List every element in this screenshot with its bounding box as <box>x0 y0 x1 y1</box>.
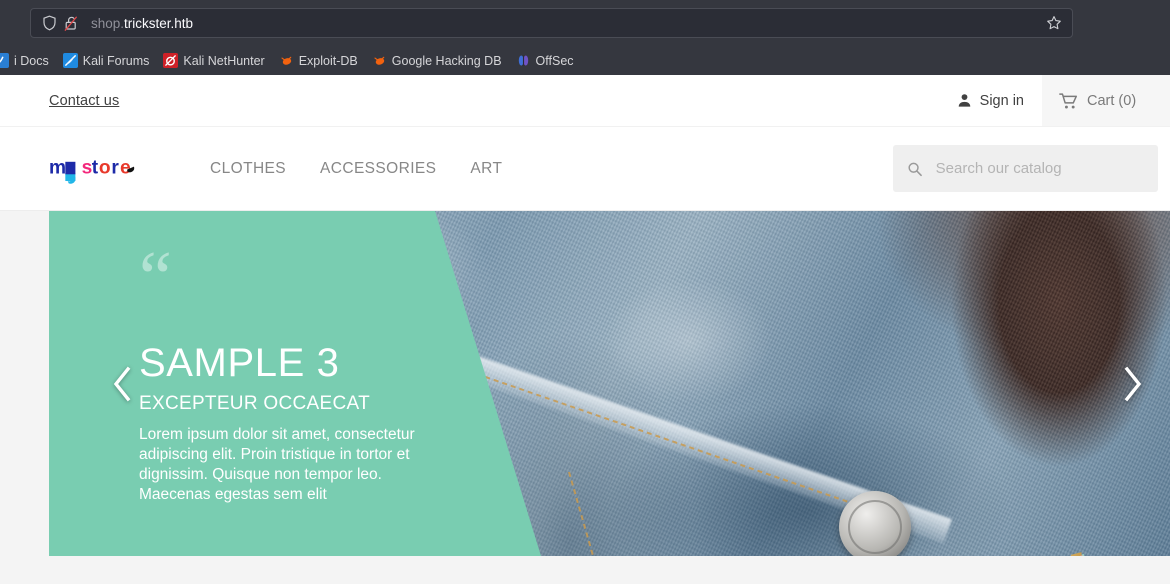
bookmark-label: Kali Forums <box>82 53 150 68</box>
kali-docs-icon <box>0 53 9 68</box>
bookmark-kali-forums[interactable]: Kali Forums <box>56 50 157 71</box>
url-subdomain: shop. <box>91 15 125 31</box>
bookmark-kali-nethunter[interactable]: Kali NetHunter <box>156 50 271 71</box>
chevron-right-icon <box>1124 366 1142 401</box>
bookmark-label: Kali NetHunter <box>183 53 265 68</box>
carousel-subtitle: EXCEPTEUR OCCAECAT <box>139 393 370 414</box>
page-bottom-edge <box>0 556 1170 559</box>
my-store-logo-icon: m u s t o r e <box>49 157 135 184</box>
contact-us-link[interactable]: Contact us <box>49 93 119 109</box>
homepage-carousel[interactable]: “ SAMPLE 3 EXCEPTEUR OCCAECAT Lorem ipsu… <box>49 211 1170 556</box>
bookmark-google-hacking-db[interactable]: Google Hacking DB <box>365 50 509 71</box>
topnav-right: Sign in Cart (0) <box>938 75 1170 126</box>
svg-text:t: t <box>92 157 99 178</box>
main-navigation: CLOTHES ACCESSORIES ART <box>210 160 502 178</box>
sign-in-label: Sign in <box>979 92 1024 109</box>
url-text[interactable]: shop.trickster.htb <box>91 16 1044 31</box>
nav-item-art[interactable]: ART <box>470 160 502 178</box>
jacket-metal-button <box>839 491 911 556</box>
top-navigation-bar: Contact us Sign in Cart (0) <box>0 75 1170 127</box>
address-bar[interactable]: shop.trickster.htb <box>30 8 1073 38</box>
browser-chrome: shop.trickster.htb i Docs Kali Forums Ka… <box>0 0 1170 75</box>
user-icon <box>958 94 970 107</box>
site-header: Contact us Sign in Cart (0) m s t o r e … <box>0 75 1170 211</box>
chevron-left-icon <box>113 366 131 401</box>
svg-text:s: s <box>82 157 93 178</box>
exploit-db-icon <box>281 56 291 65</box>
google-hacking-db-icon <box>374 56 385 65</box>
browser-toolbar: shop.trickster.htb <box>0 0 1170 46</box>
sign-in-button[interactable]: Sign in <box>938 75 1042 126</box>
svg-text:m: m <box>49 157 66 178</box>
shopping-cart-icon <box>1059 92 1078 109</box>
page-body: “ SAMPLE 3 EXCEPTEUR OCCAECAT Lorem ipsu… <box>0 211 1170 559</box>
search-box[interactable] <box>893 145 1158 192</box>
search-icon <box>908 162 922 176</box>
bookmark-label: i Docs <box>14 53 49 68</box>
watermelon-pin-pink <box>1067 546 1143 556</box>
store-logo[interactable]: m u s t o r e <box>0 152 145 186</box>
bookmark-star-icon[interactable] <box>1044 13 1064 33</box>
bookmarks-bar: i Docs Kali Forums Kali NetHunter Exploi… <box>0 46 1170 75</box>
bookmark-offsec[interactable]: OffSec <box>509 50 581 71</box>
bookmark-label: Exploit-DB <box>298 53 358 68</box>
kali-forums-icon <box>62 53 78 68</box>
quote-mark-icon: “ <box>139 237 172 319</box>
svg-text:r: r <box>111 157 119 178</box>
insecure-unlocked-padlock-icon[interactable] <box>61 13 81 33</box>
carousel-prev-button[interactable] <box>105 362 139 406</box>
bookmark-kali-docs[interactable]: i Docs <box>0 50 56 71</box>
url-domain: trickster.htb <box>124 15 194 31</box>
offsec-icon <box>518 55 528 66</box>
carousel-next-button[interactable] <box>1116 362 1150 406</box>
svg-text:e: e <box>120 157 131 178</box>
kali-nethunter-icon <box>163 53 179 68</box>
carousel-title: SAMPLE 3 <box>139 341 340 385</box>
carousel-body-text: Lorem ipsum dolor sit amet, consectetur … <box>139 426 415 503</box>
carousel-caption: “ SAMPLE 3 EXCEPTEUR OCCAECAT Lorem ipsu… <box>139 237 469 505</box>
cart-button[interactable]: Cart (0) <box>1042 75 1170 126</box>
svg-text:o: o <box>99 157 111 178</box>
shield-icon[interactable] <box>39 13 59 33</box>
cart-label: Cart (0) <box>1087 92 1137 109</box>
nav-item-accessories[interactable]: ACCESSORIES <box>320 160 436 178</box>
search-input[interactable] <box>933 159 1144 178</box>
bookmark-label: Google Hacking DB <box>391 53 502 68</box>
topnav-left: Contact us <box>0 75 119 126</box>
main-header: m u s t o r e CLOTHES ACCESSORIES ART <box>0 127 1170 211</box>
bookmark-label: OffSec <box>535 53 574 68</box>
nav-item-clothes[interactable]: CLOTHES <box>210 160 286 178</box>
bookmark-exploit-db[interactable]: Exploit-DB <box>272 50 365 71</box>
